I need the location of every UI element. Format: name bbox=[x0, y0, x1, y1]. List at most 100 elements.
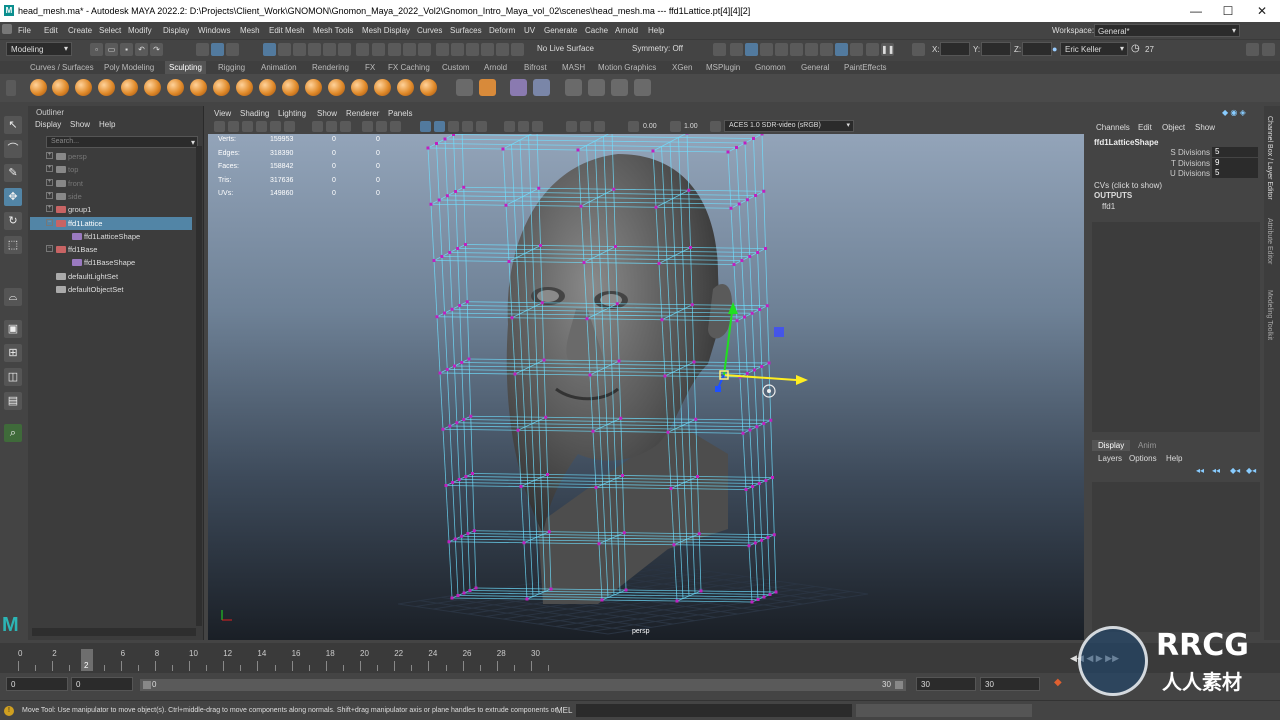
lattice-point[interactable] bbox=[444, 484, 448, 487]
menu-file[interactable]: File bbox=[18, 26, 31, 35]
lattice-point[interactable] bbox=[519, 485, 523, 488]
shelf-tab-mash[interactable]: MASH bbox=[562, 63, 585, 72]
lattice-point[interactable] bbox=[651, 149, 655, 153]
lattice-point[interactable] bbox=[672, 543, 676, 547]
expand-icon[interactable]: + bbox=[46, 191, 53, 199]
lattice-point[interactable] bbox=[692, 360, 696, 364]
lattice-point[interactable] bbox=[745, 198, 749, 202]
outliner-scrollbar[interactable] bbox=[32, 628, 196, 636]
arnold-render-icon[interactable] bbox=[820, 43, 833, 56]
shelf-tab-animation[interactable]: Animation bbox=[261, 63, 297, 72]
channel-menu-channels[interactable]: Channels bbox=[1096, 123, 1130, 132]
lattice-point[interactable] bbox=[501, 147, 505, 151]
lattice-point[interactable] bbox=[769, 418, 773, 422]
layer-menu-layers[interactable]: Layers bbox=[1098, 454, 1122, 463]
lattice-point[interactable] bbox=[753, 368, 756, 372]
open-scene-icon[interactable]: ▭ bbox=[105, 43, 118, 56]
lattice-point[interactable] bbox=[729, 206, 733, 210]
lattice-point[interactable] bbox=[540, 301, 544, 305]
lattice-point[interactable] bbox=[615, 302, 619, 306]
lattice-point[interactable] bbox=[743, 315, 747, 319]
lattice-point[interactable] bbox=[764, 479, 768, 482]
lattice-point[interactable] bbox=[675, 599, 679, 603]
move-layer-down-icon[interactable]: ◂◂ bbox=[1212, 466, 1220, 475]
lattice-point[interactable] bbox=[472, 529, 476, 533]
lattice-point[interactable] bbox=[453, 537, 457, 541]
shelf-tab-bifrost[interactable]: Bifrost bbox=[524, 63, 547, 72]
outliner-item-defaultlightset[interactable]: defaultLightSet bbox=[30, 270, 192, 283]
mirror-icon[interactable] bbox=[565, 79, 582, 96]
new-layer-selected-icon[interactable]: ◆◂ bbox=[1246, 466, 1256, 475]
channel-menu-object[interactable]: Object bbox=[1162, 123, 1185, 132]
fill-brush-icon[interactable] bbox=[305, 79, 322, 96]
resolution-gate-icon[interactable] bbox=[340, 121, 351, 132]
viewport-menu-show[interactable]: Show bbox=[317, 109, 337, 118]
outliner-item-front[interactable]: + front bbox=[30, 177, 192, 190]
lattice-point[interactable] bbox=[462, 591, 466, 595]
default-material-icon[interactable] bbox=[448, 121, 459, 132]
render-setup-icon[interactable] bbox=[850, 43, 863, 56]
exposure-field[interactable]: 0.00 bbox=[643, 123, 665, 133]
shelf-tab-rigging[interactable]: Rigging bbox=[218, 63, 245, 72]
lattice-point[interactable] bbox=[690, 303, 694, 307]
lattice-point[interactable] bbox=[617, 359, 621, 363]
lattice-point[interactable] bbox=[612, 187, 616, 191]
lattice-point[interactable] bbox=[462, 185, 466, 189]
viewport-menu-shading[interactable]: Shading bbox=[240, 109, 269, 118]
foamy-brush-icon[interactable] bbox=[167, 79, 184, 96]
ambient-occlusion-icon[interactable] bbox=[518, 121, 529, 132]
lattice-point[interactable] bbox=[445, 368, 449, 371]
command-line-input[interactable] bbox=[576, 704, 852, 717]
lattice-point[interactable] bbox=[579, 204, 583, 208]
flatten-brush-icon[interactable] bbox=[144, 79, 161, 96]
lattice-point[interactable] bbox=[525, 597, 529, 601]
lattice-point[interactable] bbox=[440, 255, 444, 258]
imprint-brush-icon[interactable] bbox=[236, 79, 253, 96]
lattice-point[interactable] bbox=[585, 317, 589, 321]
lattice-point[interactable] bbox=[460, 361, 464, 364]
lattice-point[interactable] bbox=[467, 357, 471, 361]
lattice-point[interactable] bbox=[741, 431, 745, 435]
outliner-vscrollbar[interactable] bbox=[196, 146, 202, 626]
lattice-point[interactable] bbox=[772, 533, 776, 537]
redo-icon[interactable]: ↷ bbox=[150, 43, 163, 56]
lattice-point[interactable] bbox=[751, 485, 755, 488]
channel-menu-show[interactable]: Show bbox=[1195, 123, 1215, 132]
lattice-point[interactable] bbox=[752, 137, 755, 140]
lattice-point[interactable] bbox=[441, 427, 445, 431]
shadows-icon[interactable] bbox=[504, 121, 515, 132]
layer-tab-display[interactable]: Display bbox=[1092, 440, 1131, 451]
lattice-point[interactable] bbox=[460, 534, 464, 538]
lattice-point[interactable] bbox=[462, 418, 466, 421]
shelf-tab-fx[interactable]: FX bbox=[365, 63, 375, 72]
auto-key-icon[interactable]: ◆ bbox=[1054, 677, 1062, 688]
lattice-point[interactable] bbox=[600, 598, 604, 602]
lattice-point[interactable] bbox=[438, 371, 442, 375]
single-perspective-icon[interactable]: ▣ bbox=[4, 320, 22, 338]
lattice-point[interactable] bbox=[547, 530, 551, 534]
snap-view-icon[interactable] bbox=[481, 43, 494, 56]
select-vertex-icon[interactable] bbox=[263, 43, 276, 56]
xray-icon[interactable] bbox=[566, 121, 577, 132]
menu-display[interactable]: Display bbox=[163, 26, 189, 35]
channel-box-icons[interactable]: ◆ ◉ ◈ bbox=[1222, 108, 1246, 117]
lattice-point[interactable] bbox=[740, 259, 744, 262]
image-plane-icon[interactable] bbox=[256, 121, 267, 132]
toggle-sidebar-icon[interactable] bbox=[1262, 43, 1275, 56]
move-tool-icon[interactable]: ✥ bbox=[4, 188, 22, 206]
collapse-icon[interactable]: − bbox=[46, 218, 53, 226]
lattice-point[interactable] bbox=[614, 245, 617, 248]
lasso-tool-icon[interactable]: ⌒ bbox=[4, 140, 22, 158]
use-lights-icon[interactable] bbox=[476, 121, 487, 132]
bookmark-icon[interactable] bbox=[242, 121, 253, 132]
outliner-item-side[interactable]: + side bbox=[30, 190, 192, 203]
lattice-point[interactable] bbox=[685, 134, 689, 135]
shelf-tab-motion-graphics[interactable]: Motion Graphics bbox=[598, 63, 656, 72]
relax-brush-icon[interactable] bbox=[75, 79, 92, 96]
lattice-point[interactable] bbox=[767, 361, 771, 365]
paint-select-icon[interactable]: ✎ bbox=[4, 164, 22, 182]
render-settings-icon[interactable] bbox=[730, 43, 743, 56]
wax-brush-icon[interactable] bbox=[259, 79, 276, 96]
hypershade-icon[interactable] bbox=[805, 43, 818, 56]
lattice-point[interactable] bbox=[457, 478, 461, 481]
